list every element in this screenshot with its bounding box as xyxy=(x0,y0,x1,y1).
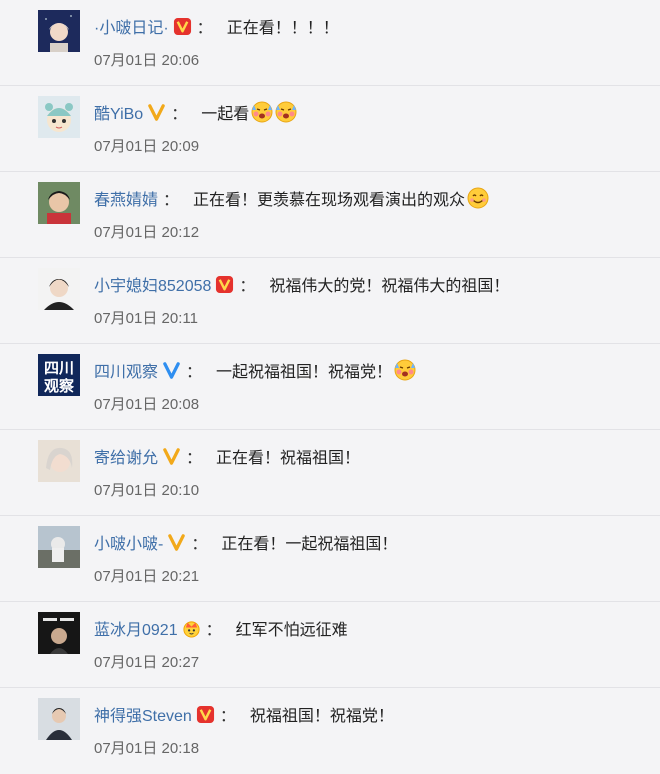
comment-text: 正在看！！！！ xyxy=(226,20,339,37)
comment-text: 祝福伟大的党！祝福伟大的祖国！ xyxy=(269,278,510,295)
comment-row: 四川 观察 四川观察 ： 一起祝福祖国！祝福党！ 07月01日 20:08 xyxy=(0,344,660,430)
comment-text: 正在看！一起祝福祖国！ xyxy=(221,536,398,553)
avatar[interactable] xyxy=(38,698,80,740)
username-link[interactable]: ·小啵日记· xyxy=(94,14,169,38)
colon-separator: ： xyxy=(186,364,203,381)
colon-separator: ： xyxy=(163,192,180,209)
blushing-face-icon xyxy=(394,359,416,381)
red-v-badge-icon xyxy=(215,275,234,294)
comment-header: 蓝冰月0921 ： 红军不怕远征难 xyxy=(94,616,348,640)
comment-header: 寄给谢允 ： 正在看！祝福祖国！ xyxy=(94,444,360,468)
comment-row: 春燕婧婧 ： 正在看！更羡慕在现场观看演出的观众 07月01日 20:12 xyxy=(0,172,660,258)
comment-timestamp: 07月01日 20:06 xyxy=(94,52,200,69)
username-link[interactable]: 酷YiBo xyxy=(94,100,143,124)
username-link[interactable]: 寄给谢允 xyxy=(94,444,158,468)
username-link[interactable]: 蓝冰月0921 xyxy=(94,616,178,640)
comment-timestamp: 07月01日 20:18 xyxy=(94,740,200,757)
comment-row: 蓝冰月0921 ： 红军不怕远征难 07月01日 20:27 xyxy=(0,602,660,688)
comment-timestamp: 07月01日 20:27 xyxy=(94,654,200,671)
comment-timestamp: 07月01日 20:21 xyxy=(94,568,200,585)
colon-separator: ： xyxy=(196,20,213,37)
comment-timestamp: 07月01日 20:12 xyxy=(94,224,200,241)
username-link[interactable]: 小宇媳妇852058 xyxy=(94,272,211,296)
username-link[interactable]: 小啵小啵- xyxy=(94,530,163,554)
comment-text: 一起祝福祖国！祝福党！ xyxy=(216,364,393,381)
gold-v-badge-icon xyxy=(167,533,186,552)
avatar-logo-line1: 四川 xyxy=(44,359,74,377)
comment-text: 正在看！更羡慕在现场观看演出的观众 xyxy=(193,192,466,209)
colon-separator: ： xyxy=(186,450,203,467)
comment-row: 小啵小啵- ： 正在看！一起祝福祖国！ 07月01日 20:21 xyxy=(0,516,660,602)
comment-timestamp: 07月01日 20:11 xyxy=(94,310,198,327)
red-v-badge-icon xyxy=(173,17,192,36)
colon-separator: ： xyxy=(205,622,222,639)
avatar[interactable] xyxy=(38,268,80,310)
comment-text: 正在看！祝福祖国！ xyxy=(216,450,361,467)
username-link[interactable]: 四川观察 xyxy=(94,358,158,382)
gold-v-badge-icon xyxy=(147,103,166,122)
avatar[interactable] xyxy=(38,612,80,654)
blue-v-badge-icon xyxy=(162,361,181,380)
comment-row: 寄给谢允 ： 正在看！祝福祖国！ 07月01日 20:10 xyxy=(0,430,660,516)
username-link[interactable]: 春燕婧婧 xyxy=(94,186,158,210)
comment-row: 酷YiBo ： 一起看 07月01日 20:09 xyxy=(0,86,660,172)
colon-separator: ： xyxy=(219,708,236,725)
comment-header: 小宇媳妇852058 ： 祝福伟大的党！祝福伟大的祖国！ xyxy=(94,272,509,296)
comment-timestamp: 07月01日 20:08 xyxy=(94,396,200,413)
comment-row: ·小啵日记· ： 正在看！！！！ 07月01日 20:06 xyxy=(0,0,660,86)
comment-text: 红军不怕远征难 xyxy=(235,622,348,639)
comment-timestamp: 07月01日 20:10 xyxy=(94,482,200,499)
username-link[interactable]: 神得强Steven xyxy=(94,702,192,726)
comment-row: 神得强Steven ： 祝福祖国！祝福党！ 07月01日 20:18 xyxy=(0,688,660,774)
comment-text: 一起看 xyxy=(201,106,250,123)
avatar[interactable] xyxy=(38,440,80,482)
comment-list: ·小啵日记· ： 正在看！！！！ 07月01日 20:06 酷YiBo ： 一起… xyxy=(0,0,660,765)
comment-timestamp: 07月01日 20:09 xyxy=(94,138,200,155)
red-v-badge-icon xyxy=(196,705,215,724)
crown-badge-icon xyxy=(182,619,201,638)
colon-separator: ： xyxy=(239,278,256,295)
comment-header: ·小啵日记· ： 正在看！！！！ xyxy=(94,14,339,38)
avatar[interactable] xyxy=(38,182,80,224)
smiling-face-icon xyxy=(467,187,489,209)
comment-row: 小宇媳妇852058 ： 祝福伟大的党！祝福伟大的祖国！ 07月01日 20:1… xyxy=(0,258,660,344)
comment-header: 春燕婧婧 ： 正在看！更羡慕在现场观看演出的观众 xyxy=(94,186,489,210)
blushing-face-icon xyxy=(275,101,297,123)
comment-header: 四川观察 ： 一起祝福祖国！祝福党！ xyxy=(94,358,416,382)
colon-separator: ： xyxy=(171,106,188,123)
colon-separator: ： xyxy=(191,536,208,553)
avatar-logo-line2: 观察 xyxy=(44,377,75,395)
avatar[interactable] xyxy=(38,526,80,568)
comment-header: 酷YiBo ： 一起看 xyxy=(94,100,297,124)
comment-header: 神得强Steven ： 祝福祖国！祝福党！ xyxy=(94,702,394,726)
avatar[interactable] xyxy=(38,10,80,52)
comment-text: 祝福祖国！祝福党！ xyxy=(249,708,394,725)
avatar[interactable]: 四川 观察 xyxy=(38,354,80,396)
comment-header: 小啵小啵- ： 正在看！一起祝福祖国！ xyxy=(94,530,397,554)
blushing-face-icon xyxy=(251,101,273,123)
gold-v-badge-icon xyxy=(162,447,181,466)
avatar[interactable] xyxy=(38,96,80,138)
